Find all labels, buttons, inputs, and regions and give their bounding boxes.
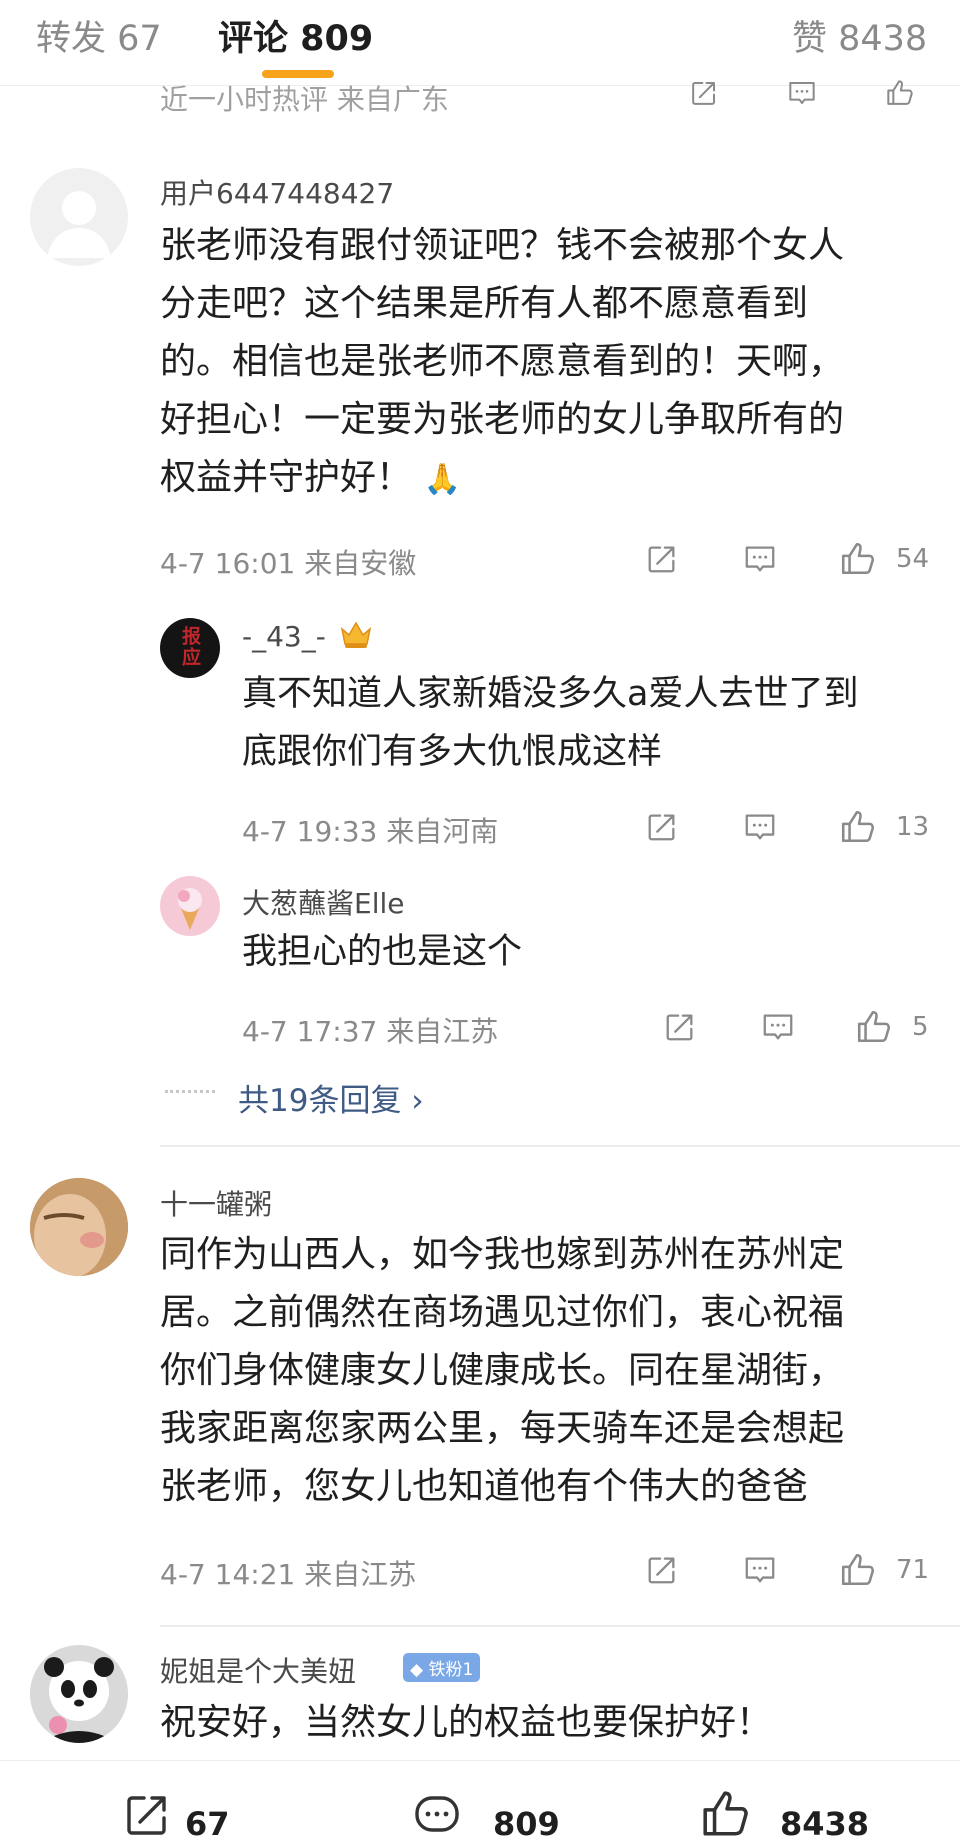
avatar[interactable] (30, 1178, 128, 1276)
like-count: 13 (896, 812, 930, 842)
more-replies-dots (165, 1090, 215, 1093)
comment-icon[interactable] (742, 810, 778, 844)
username[interactable]: -_43_- (242, 620, 326, 653)
comment-icon[interactable] (412, 1790, 462, 1840)
comment-meta: 4-7 16:01 来自安徽 (160, 547, 417, 580)
username[interactable]: 大葱蘸酱Elle (242, 882, 404, 922)
view-more-replies-link[interactable]: 共19条回复 › (238, 1075, 424, 1120)
avatar-text: 报应 (179, 626, 201, 668)
diamond-icon: ◆ (410, 1660, 429, 1680)
share-icon[interactable] (644, 810, 680, 844)
crown-icon (338, 617, 374, 649)
share-icon[interactable] (686, 78, 722, 108)
username[interactable]: 用户6447448427 (160, 172, 394, 212)
ice-cream-icon (178, 888, 202, 930)
repost-icon[interactable] (122, 1790, 172, 1840)
comment-icon[interactable] (742, 542, 778, 576)
comment-icon[interactable] (760, 1010, 796, 1044)
comment-divider (160, 1625, 960, 1627)
share-icon[interactable] (644, 542, 680, 576)
comment-text: 祝安好，当然女儿的权益也要保护好！ (160, 1702, 773, 1743)
pray-emoji: 🙏 (423, 462, 461, 497)
like-icon[interactable] (838, 540, 878, 578)
like-icon[interactable] (838, 1551, 878, 1589)
tab-bar: 转发 67 评论 809 赞 8438 (0, 0, 960, 84)
share-icon[interactable] (644, 1553, 680, 1587)
reply-meta: 4-7 17:37 来自江苏 (242, 1015, 499, 1048)
comment-count[interactable]: 809 (493, 1805, 560, 1843)
fan-badge: ◆ 铁粉1 (403, 1653, 481, 1682)
comment-meta-partial: 近一小时热评 来自广东 (160, 83, 449, 116)
comment-text: 同作为山西人，如今我也嫁到苏州在苏州定 居。之前偶然在商场遇见过你们，衷心祝福 … (160, 1234, 845, 1507)
share-icon[interactable] (662, 1010, 698, 1044)
reply-text: 我担心的也是这个 (242, 932, 523, 972)
comment-meta: 4-7 14:21 来自江苏 (160, 1558, 417, 1591)
like-count: 5 (912, 1012, 929, 1042)
comment-text-body: 张老师没有跟付领证吧？钱不会被那个女人 分走吧？这个结果是所有人都不愿意看到 的… (160, 225, 845, 498)
reply-meta: 4-7 19:33 来自河南 (242, 815, 499, 848)
like-icon[interactable] (700, 1788, 752, 1840)
comment-icon[interactable] (784, 78, 820, 108)
avatar[interactable] (30, 1645, 128, 1743)
tab-repost[interactable]: 转发 67 (36, 10, 162, 61)
like-count: 54 (896, 544, 930, 574)
avatar[interactable] (30, 168, 128, 266)
comment-divider (160, 1145, 960, 1147)
like-icon[interactable] (854, 1008, 894, 1046)
tab-likes[interactable]: 赞 8438 (792, 10, 927, 61)
avatar[interactable]: 报应 (160, 618, 220, 678)
active-tab-indicator (262, 70, 334, 78)
tab-comments[interactable]: 评论 809 (218, 10, 373, 61)
repost-count[interactable]: 67 (185, 1805, 230, 1843)
username[interactable]: 妮姐是个大美妞 (160, 1650, 356, 1690)
reply-text: 真不知道人家新婚没多久a爱人去世了到 底跟你们有多大仇恨成这样 (242, 674, 859, 772)
like-icon[interactable] (882, 78, 918, 108)
like-count[interactable]: 8438 (780, 1805, 869, 1843)
like-count: 71 (896, 1555, 930, 1585)
like-icon[interactable] (838, 808, 878, 846)
comment-icon[interactable] (742, 1553, 778, 1587)
avatar[interactable] (160, 876, 220, 936)
fan-badge-label: 铁粉1 (428, 1660, 474, 1680)
portrait-avatar-icon (30, 1178, 128, 1276)
comment-text: 张老师没有跟付领证吧？钱不会被那个女人 分走吧？这个结果是所有人都不愿意看到 的… (160, 217, 950, 509)
panda-avatar-icon (30, 1645, 128, 1743)
default-avatar-icon (47, 191, 111, 258)
username[interactable]: 十一罐粥 (160, 1183, 272, 1223)
